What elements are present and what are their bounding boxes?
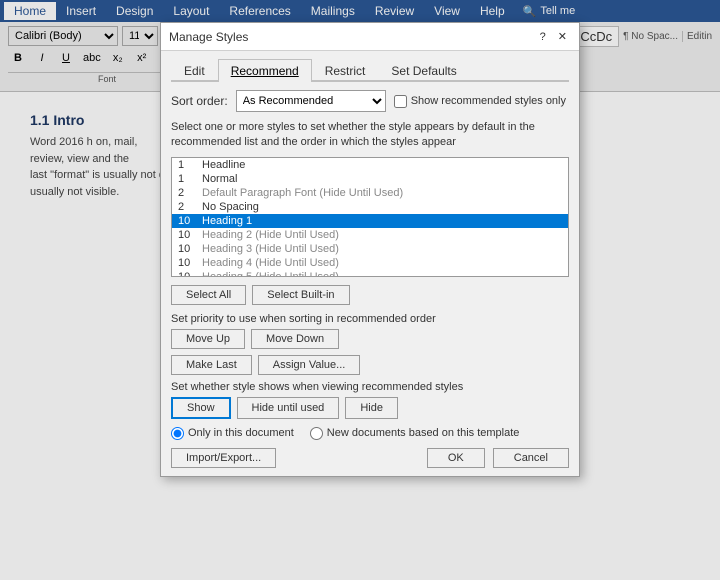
ok-button[interactable]: OK xyxy=(427,448,485,468)
make-last-button[interactable]: Make Last xyxy=(171,355,252,375)
show-button[interactable]: Show xyxy=(171,397,231,419)
tab-recommend[interactable]: Recommend xyxy=(218,59,312,82)
move-down-button[interactable]: Move Down xyxy=(251,329,339,349)
priority-label: Set priority to use when sorting in reco… xyxy=(171,313,569,325)
tab-restrict[interactable]: Restrict xyxy=(312,59,379,82)
list-item[interactable]: 10 Heading 3 (Hide Until Used) xyxy=(172,242,568,256)
list-item[interactable]: 10 Heading 4 (Hide Until Used) xyxy=(172,256,568,270)
dialog-body: Edit Recommend Restrict Set Defaults Sor… xyxy=(161,51,579,476)
dialog-close-button[interactable]: ✕ xyxy=(554,30,571,43)
import-export-button[interactable]: Import/Export... xyxy=(171,448,276,468)
priority-buttons-row-2: Make Last Assign Value... xyxy=(171,355,569,375)
tab-edit[interactable]: Edit xyxy=(171,59,218,82)
dialog-titlebar: Manage Styles ? ✕ xyxy=(161,23,579,51)
show-recommended-label: Show recommended styles only xyxy=(411,95,566,107)
sort-order-select[interactable]: As Recommended Alphabetical By Type xyxy=(236,90,386,112)
show-hide-label: Set whether style shows when viewing rec… xyxy=(171,381,569,393)
list-item[interactable]: 10 Heading 5 (Hide Until Used) xyxy=(172,270,568,277)
dialog-controls: ? ✕ xyxy=(536,30,571,43)
radio-options-row: Only in this document New documents base… xyxy=(171,427,569,440)
show-recommended-checkbox[interactable] xyxy=(394,95,407,108)
styles-list[interactable]: 1 Headline 1 Normal 2 Default Paragraph … xyxy=(171,157,569,277)
radio-only-this-doc-label: Only in this document xyxy=(188,427,294,439)
assign-value-button[interactable]: Assign Value... xyxy=(258,355,361,375)
select-all-button[interactable]: Select All xyxy=(171,285,246,305)
list-item-heading1[interactable]: 10 Heading 1 xyxy=(172,214,568,228)
dialog-title: Manage Styles xyxy=(169,30,248,44)
hide-button[interactable]: Hide xyxy=(345,397,398,419)
manage-styles-dialog: Manage Styles ? ✕ Edit Recommend Restric… xyxy=(160,22,580,477)
list-item[interactable]: 2 Default Paragraph Font (Hide Until Use… xyxy=(172,186,568,200)
radio-new-docs-label: New documents based on this template xyxy=(327,427,520,439)
sort-order-label: Sort order: xyxy=(171,94,228,108)
dialog-tabs: Edit Recommend Restrict Set Defaults xyxy=(171,59,569,82)
show-recommended-checkbox-row: Show recommended styles only xyxy=(394,95,566,108)
list-item[interactable]: 1 Normal xyxy=(172,172,568,186)
tab-set-defaults[interactable]: Set Defaults xyxy=(378,59,469,82)
radio-only-this-doc[interactable]: Only in this document xyxy=(171,427,294,440)
list-item[interactable]: 2 No Spacing xyxy=(172,200,568,214)
list-item[interactable]: 10 Heading 2 (Hide Until Used) xyxy=(172,228,568,242)
hide-until-used-button[interactable]: Hide until used xyxy=(237,397,340,419)
sort-order-row: Sort order: As Recommended Alphabetical … xyxy=(171,90,569,112)
radio-new-docs[interactable]: New documents based on this template xyxy=(310,427,520,440)
select-buttons-row: Select All Select Built-in xyxy=(171,285,569,305)
priority-buttons-row: Move Up Move Down xyxy=(171,329,569,349)
select-builtin-button[interactable]: Select Built-in xyxy=(252,285,349,305)
dialog-help-button[interactable]: ? xyxy=(536,30,550,43)
bottom-buttons-row: Import/Export... OK Cancel xyxy=(171,448,569,468)
show-hide-buttons-row: Show Hide until used Hide xyxy=(171,397,569,419)
cancel-button[interactable]: Cancel xyxy=(493,448,569,468)
move-up-button[interactable]: Move Up xyxy=(171,329,245,349)
description-text: Select one or more styles to set whether… xyxy=(171,120,569,151)
list-item[interactable]: 1 Headline xyxy=(172,158,568,172)
